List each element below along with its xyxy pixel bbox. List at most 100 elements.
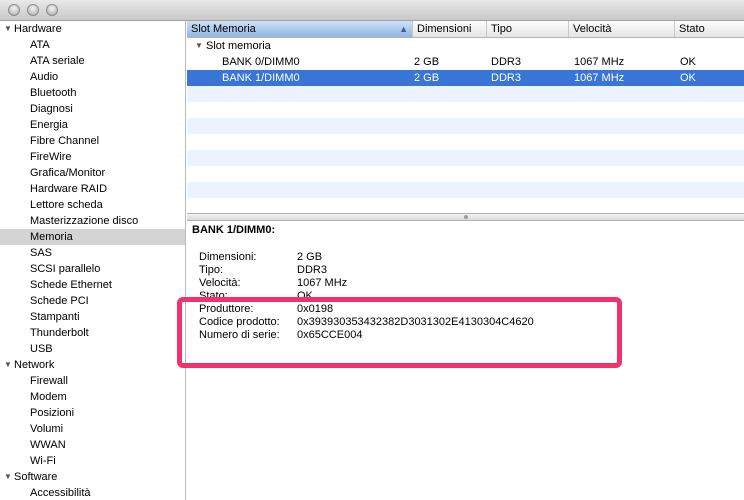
sidebar-item[interactable]: Hardware RAID	[0, 181, 185, 197]
sidebar-item[interactable]: Schede PCI	[0, 293, 185, 309]
detail-label: Tipo:	[199, 264, 224, 276]
sidebar-item[interactable]: Lettore scheda	[0, 197, 185, 213]
sidebar-item[interactable]: ATA seriale	[0, 53, 185, 69]
column-header-label: Dimensioni	[417, 23, 472, 35]
sidebar-category[interactable]: ▼ Network	[0, 357, 185, 373]
sidebar-item-label: Lettore scheda	[30, 199, 103, 211]
table-cell: DDR3	[491, 56, 521, 68]
sidebar-item[interactable]: FireWire	[0, 149, 185, 165]
sidebar-item-label: Accessibilità	[30, 487, 91, 499]
sidebar-item[interactable]: Modem	[0, 389, 185, 405]
detail-value: DDR3	[297, 264, 327, 276]
sidebar-item-label: Volumi	[30, 423, 64, 435]
sidebar-item[interactable]: WWAN	[0, 437, 185, 453]
column-header-label: Stato	[679, 23, 705, 35]
column-header-speed[interactable]: Velocità	[569, 21, 675, 37]
title-bar	[0, 0, 744, 21]
sidebar-item[interactable]: Wi-Fi	[0, 453, 185, 469]
detail-value: 0x393930353432382D3031302E4130304C4620	[297, 316, 534, 328]
minimize-window-button[interactable]	[27, 4, 39, 16]
sidebar-item[interactable]: Fibre Channel	[0, 133, 185, 149]
sidebar-item[interactable]: Bluetooth	[0, 85, 185, 101]
sidebar-item[interactable]: Masterizzazione disco	[0, 213, 185, 229]
sidebar-item[interactable]: Posizioni	[0, 405, 185, 421]
column-header-status[interactable]: Stato	[675, 21, 744, 37]
disclosure-triangle-icon[interactable]: ▼	[4, 21, 12, 37]
sidebar-item[interactable]: SAS	[0, 245, 185, 261]
table-cell: OK	[680, 72, 696, 84]
sidebar-item-label: FireWire	[30, 151, 72, 163]
sidebar-item-label: ATA	[30, 39, 50, 51]
sidebar-item-label: WWAN	[30, 439, 66, 451]
sidebar-item[interactable]: Diagnosi	[0, 101, 185, 117]
sidebar-item[interactable]: Grafica/Monitor	[0, 165, 185, 181]
table-empty-row	[187, 102, 744, 118]
zoom-window-button[interactable]	[46, 4, 58, 16]
table-cell: 1067 MHz	[574, 72, 625, 84]
table-cell: BANK 1/DIMM0	[222, 72, 300, 84]
sidebar-item-label: ATA seriale	[30, 55, 85, 67]
table-empty-row	[187, 86, 744, 102]
window-title	[320, 4, 430, 16]
table-cell: 2 GB	[414, 56, 440, 68]
table-row[interactable]: BANK 0/DIMM0 2 GB DDR3 1067 MHz OK	[187, 54, 744, 70]
sidebar-item-label: Posizioni	[30, 407, 75, 419]
detail-label: Dimensioni:	[199, 251, 257, 263]
pane-splitter[interactable]	[187, 213, 744, 221]
sidebar-item[interactable]: Schede Ethernet	[0, 277, 185, 293]
sidebar-item-label: Wi-Fi	[30, 455, 56, 467]
sidebar-item-label: Stampanti	[30, 311, 80, 323]
sidebar-item-label: Network	[14, 359, 55, 371]
disclosure-triangle-icon[interactable]: ▼	[195, 38, 203, 54]
sidebar-item-label: Audio	[30, 71, 59, 83]
sidebar-item-label: Diagnosi	[30, 103, 73, 115]
detail-label: Produttore:	[199, 303, 254, 315]
sidebar-item[interactable]: Thunderbolt	[0, 325, 185, 341]
detail-value: 1067 MHz	[297, 277, 348, 289]
column-header-size[interactable]: Dimensioni	[413, 21, 487, 37]
sidebar-item-label: USB	[30, 343, 53, 355]
column-header-label: Slot Memoria	[191, 23, 256, 35]
sidebar-item-label: Schede PCI	[30, 295, 89, 307]
sidebar-item[interactable]: Stampanti	[0, 309, 185, 325]
column-header-slot[interactable]: Slot Memoria ▲	[187, 21, 413, 37]
column-header-type[interactable]: Tipo	[487, 21, 569, 37]
table-row[interactable]: BANK 1/DIMM0 2 GB DDR3 1067 MHz OK	[187, 70, 744, 86]
table-empty-row	[187, 134, 744, 150]
sidebar-category[interactable]: ▼ Hardware	[0, 21, 185, 37]
sidebar-item[interactable]: Accessibilità	[0, 485, 185, 500]
sidebar-item-label: Modem	[30, 391, 67, 403]
sidebar-item-label: Fibre Channel	[30, 135, 100, 147]
sidebar[interactable]: ▼ Hardware ATA ATA seriale Audio Bluetooth Dia…	[0, 21, 186, 500]
detail-value: 0x65CCE004	[297, 329, 363, 341]
group-label: Slot memoria	[206, 40, 271, 52]
sidebar-item[interactable]: SCSI parallelo	[0, 261, 185, 277]
details-pane: BANK 1/DIMM0: Dimensioni: 2 GB Tipo: DDR3 Ve…	[187, 221, 744, 500]
detail-label: Velocità:	[199, 277, 241, 289]
details-title: BANK 1/DIMM0:	[192, 224, 276, 236]
sidebar-category[interactable]: ▼ Software	[0, 469, 185, 485]
sidebar-item[interactable]: Volumi	[0, 421, 185, 437]
sidebar-item-label: Schede Ethernet	[30, 279, 112, 291]
sidebar-item[interactable]: USB	[0, 341, 185, 357]
sidebar-item-label: Grafica/Monitor	[30, 167, 106, 179]
disclosure-triangle-icon[interactable]: ▼	[4, 469, 12, 485]
table-cell: 2 GB	[414, 72, 440, 84]
sidebar-item[interactable]: Energia	[0, 117, 185, 133]
sidebar-item[interactable]: Memoria	[0, 229, 185, 245]
table-header: Slot Memoria ▲ Dimensioni Tipo Velocità …	[187, 21, 744, 38]
sidebar-item[interactable]: ATA	[0, 37, 185, 53]
sort-ascending-icon: ▲	[399, 24, 408, 34]
memory-slot-table[interactable]: Slot Memoria ▲ Dimensioni Tipo Velocità …	[187, 21, 744, 213]
sidebar-item[interactable]: Firewall	[0, 373, 185, 389]
table-cell: 1067 MHz	[574, 56, 625, 68]
close-window-button[interactable]	[8, 4, 20, 16]
table-empty-row	[187, 182, 744, 198]
disclosure-triangle-icon[interactable]: ▼	[4, 357, 12, 373]
table-cell: DDR3	[491, 72, 521, 84]
splitter-handle-icon[interactable]	[464, 215, 468, 219]
sidebar-item-label: Thunderbolt	[30, 327, 89, 339]
sidebar-item[interactable]: Audio	[0, 69, 185, 85]
table-group-row[interactable]: ▼ Slot memoria	[187, 38, 744, 54]
sidebar-item-label: SCSI parallelo	[30, 263, 101, 275]
